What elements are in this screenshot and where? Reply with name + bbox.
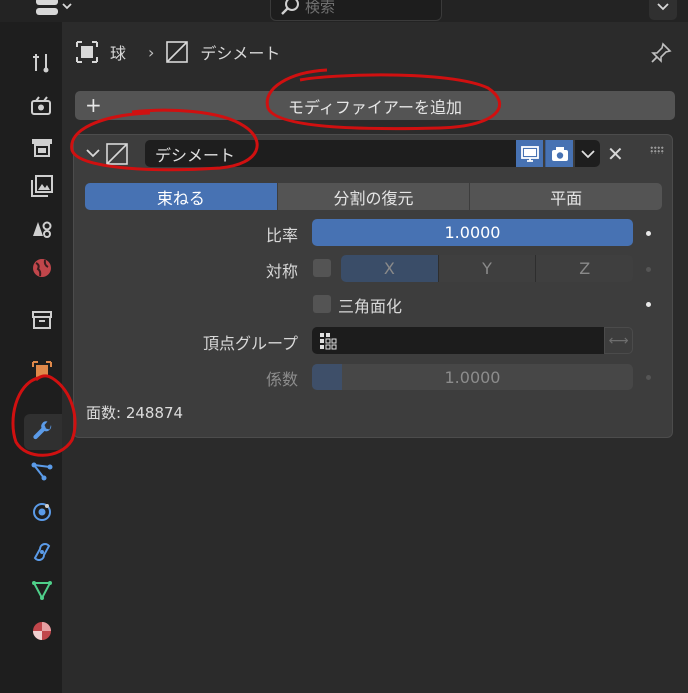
- factor-value: 1.0000: [444, 367, 501, 387]
- vertex-group-icon: [320, 333, 337, 350]
- vertex-group-label: 頂点グループ: [202, 334, 298, 353]
- triangulate-label: 三角面化: [338, 297, 403, 316]
- search-icon: [281, 0, 299, 15]
- drag-handle-icon[interactable]: [650, 146, 664, 154]
- constraints-icon: [33, 543, 51, 561]
- tab-view-layer[interactable]: [24, 168, 60, 204]
- tab-material[interactable]: [24, 613, 60, 649]
- swap-arrows-icon: ⟷: [608, 332, 629, 349]
- modifier-name-field[interactable]: デシメート: [145, 140, 516, 167]
- factor-slider[interactable]: 1.0000: [312, 364, 633, 390]
- wrench-icon: [33, 421, 52, 440]
- editor-type-button[interactable]: [30, 0, 74, 20]
- factor-keyframe-dot[interactable]: [646, 375, 651, 380]
- breadcrumb: 球 › デシメート: [76, 38, 280, 66]
- factor-label: 係数: [265, 370, 298, 389]
- tab-data[interactable]: [24, 572, 60, 608]
- axis-x-button[interactable]: X: [341, 255, 439, 282]
- axis-z-button[interactable]: Z: [536, 255, 633, 282]
- properties-sidebar: [0, 22, 62, 693]
- render-icon: [31, 96, 51, 115]
- symmetry-axis-selector: X Y Z: [341, 255, 633, 282]
- tab-object[interactable]: [24, 353, 60, 389]
- mode-collapse-tab[interactable]: 束ねる: [85, 183, 278, 210]
- world-icon: [33, 259, 51, 277]
- mesh-data-icon: [32, 581, 52, 601]
- decimate-modifier-icon: [106, 143, 128, 169]
- add-modifier-label: モディファイアーを追加: [288, 97, 462, 117]
- material-icon: [33, 622, 51, 640]
- decimate-mode-tabs: 束ねる 分割の復元 平面: [85, 183, 662, 210]
- close-icon: ✕: [607, 142, 624, 166]
- monitor-icon: [520, 145, 539, 162]
- chevron-down-icon: [580, 149, 595, 158]
- invert-vertex-group-button[interactable]: ⟷: [604, 327, 633, 354]
- tab-collection[interactable]: [24, 302, 60, 338]
- decimate-icon: [166, 41, 189, 63]
- breadcrumb-modifier: デシメート: [200, 44, 281, 63]
- tool-icon: [33, 54, 49, 73]
- ratio-keyframe-dot[interactable]: [646, 231, 651, 236]
- tab-output[interactable]: [24, 130, 60, 166]
- mode-planar-tab[interactable]: 平面: [470, 183, 662, 210]
- symmetry-keyframe-dot[interactable]: [646, 267, 651, 272]
- breadcrumb-separator: ›: [148, 42, 155, 62]
- tab-physics[interactable]: [24, 494, 60, 530]
- symmetry-label: 対称: [265, 262, 298, 281]
- chevron-down-icon: [86, 149, 100, 158]
- breadcrumb-object: 球: [110, 44, 127, 63]
- modifier-menu-dropdown[interactable]: [575, 140, 600, 167]
- tab-world[interactable]: [24, 250, 60, 286]
- collapse-toggle[interactable]: [84, 145, 102, 165]
- triangulate-checkbox[interactable]: [313, 295, 331, 313]
- tab-scene[interactable]: [24, 210, 60, 246]
- ratio-value: 1.0000: [444, 223, 501, 242]
- add-modifier-button[interactable]: + モディファイアーを追加: [75, 91, 675, 120]
- view-layer-icon: [31, 175, 53, 197]
- scene-icon: [33, 221, 52, 238]
- ratio-label: 比率: [265, 226, 298, 245]
- tab-constraints[interactable]: [24, 534, 60, 570]
- output-icon: [32, 139, 52, 157]
- object-icon: [76, 41, 98, 63]
- vertex-group-field[interactable]: [312, 327, 604, 354]
- ratio-slider[interactable]: 1.0000: [312, 219, 633, 246]
- tab-modifiers[interactable]: [24, 414, 62, 450]
- physics-icon: [33, 503, 51, 521]
- show-in-render-toggle[interactable]: [545, 140, 573, 167]
- face-count: 面数: 248874: [86, 404, 184, 422]
- editor-type-icon: [36, 0, 72, 15]
- tab-particles[interactable]: [24, 453, 60, 489]
- modifier-name: デシメート: [155, 145, 236, 165]
- symmetry-checkbox[interactable]: [313, 259, 331, 277]
- triangulate-keyframe-dot[interactable]: [646, 302, 651, 307]
- axis-y-button[interactable]: Y: [438, 255, 537, 282]
- decimate-icon: [106, 143, 128, 165]
- modifier-panel: [73, 134, 673, 438]
- pin-button[interactable]: [650, 42, 672, 68]
- object-icon: [32, 361, 52, 377]
- mode-unsubdivide-tab[interactable]: 分割の復元: [277, 183, 471, 210]
- tab-tool[interactable]: [24, 45, 60, 81]
- camera-icon: [551, 146, 568, 161]
- show-in-viewport-toggle[interactable]: [516, 140, 543, 167]
- header-dropdown-button[interactable]: [649, 0, 677, 20]
- factor-slider-fill: [312, 364, 342, 390]
- remove-modifier-button[interactable]: ✕: [607, 142, 624, 166]
- tab-render[interactable]: [24, 88, 60, 124]
- collection-icon: [32, 311, 52, 329]
- plus-icon: +: [85, 93, 102, 117]
- pin-icon: [651, 42, 672, 63]
- particles-icon: [31, 462, 53, 481]
- search-placeholder: 検索: [305, 0, 336, 16]
- chevron-down-icon: [657, 3, 669, 11]
- search-field[interactable]: 検索: [270, 0, 442, 21]
